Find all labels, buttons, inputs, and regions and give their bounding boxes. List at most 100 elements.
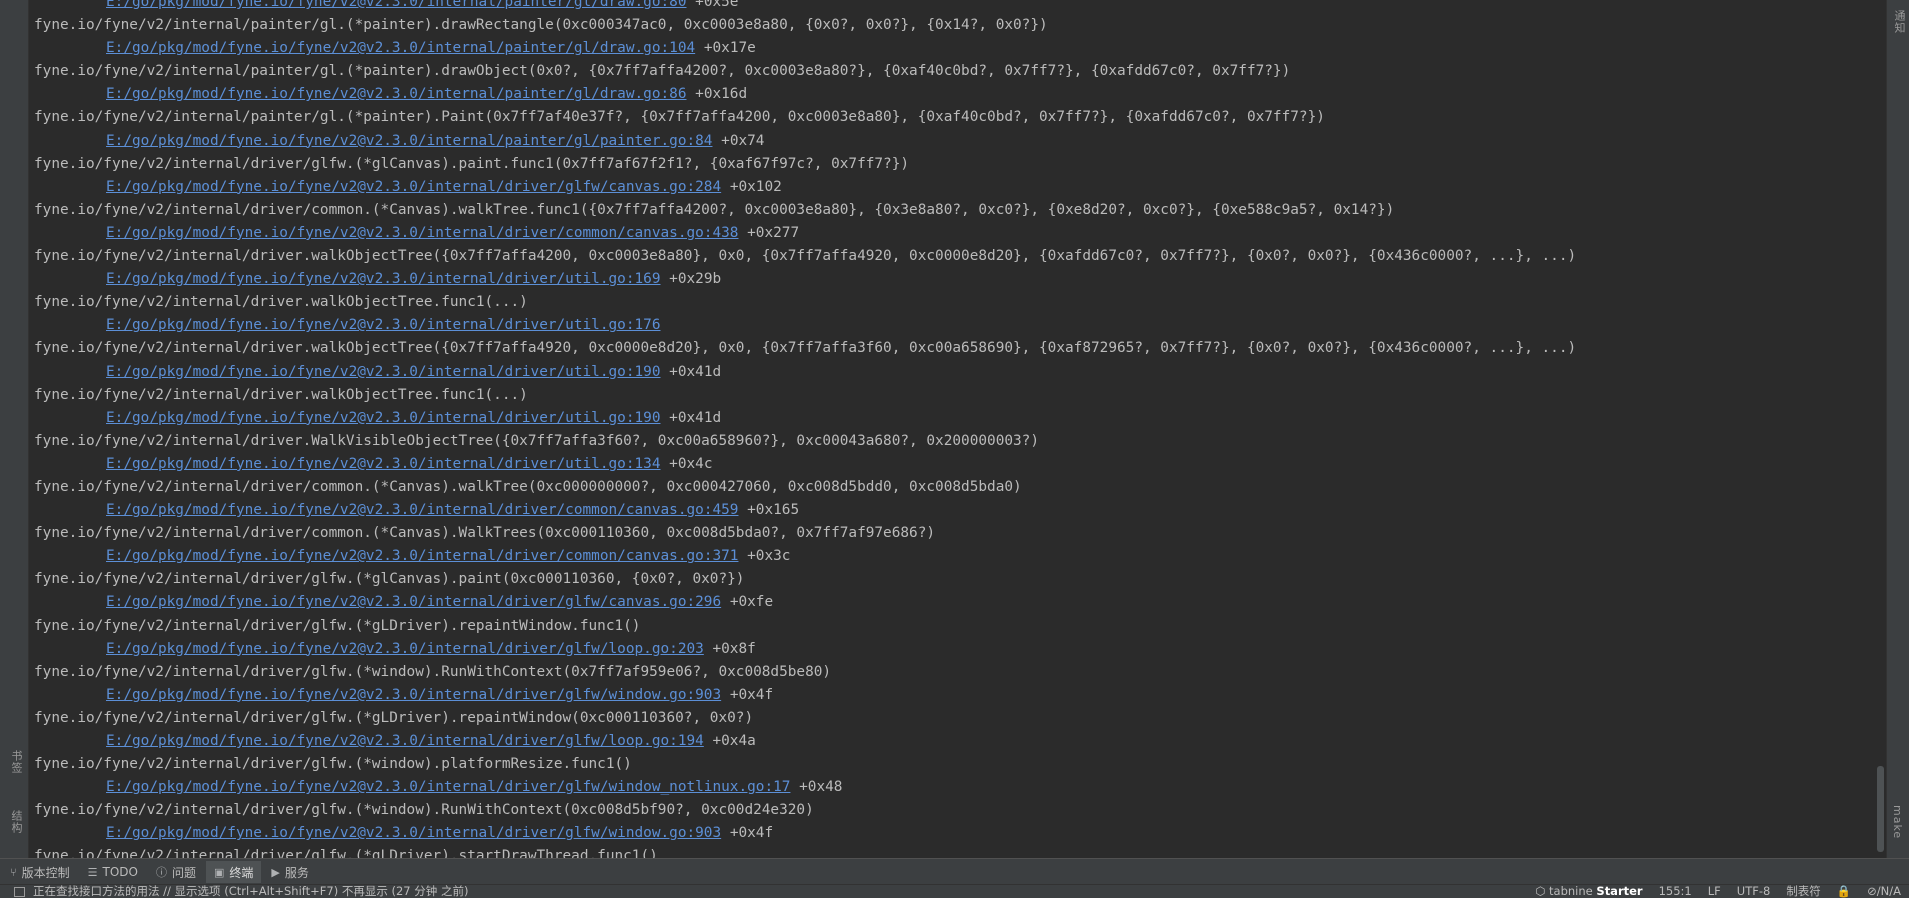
indent-setting[interactable]: 制表符 bbox=[1786, 885, 1821, 898]
tabnine-label: tabnine bbox=[1549, 884, 1593, 898]
stack-location-line: E:/go/pkg/mod/fyne.io/fyne/v2@v2.3.0/int… bbox=[34, 314, 1886, 337]
stack-function-line: fyne.io/fyne/v2/internal/driver/common.(… bbox=[34, 476, 1886, 499]
function-signature: fyne.io/fyne/v2/internal/driver/glfw.(*w… bbox=[34, 756, 632, 773]
stack-location-line: E:/go/pkg/mod/fyne.io/fyne/v2@v2.3.0/int… bbox=[34, 83, 1886, 106]
status-message[interactable]: 正在查找接口方法的用法 // 显示选项 (Ctrl+Alt+Shift+F7) … bbox=[33, 885, 468, 898]
source-link[interactable]: E:/go/pkg/mod/fyne.io/fyne/v2@v2.3.0/int… bbox=[106, 86, 686, 102]
stack-function-line: fyne.io/fyne/v2/internal/painter/gl.(*pa… bbox=[34, 14, 1886, 37]
tool-tab-0[interactable]: ⑂ 版本控制 bbox=[2, 861, 78, 883]
source-link[interactable]: E:/go/pkg/mod/fyne.io/fyne/v2@v2.3.0/int… bbox=[106, 641, 704, 657]
source-link[interactable]: E:/go/pkg/mod/fyne.io/fyne/v2@v2.3.0/int… bbox=[106, 40, 695, 56]
stack-function-line: fyne.io/fyne/v2/internal/driver/common.(… bbox=[34, 522, 1886, 545]
layout-toggle-icon[interactable] bbox=[14, 886, 25, 897]
tool-tab-1[interactable]: ☰ TODO bbox=[80, 861, 146, 883]
source-link[interactable]: E:/go/pkg/mod/fyne.io/fyne/v2@v2.3.0/int… bbox=[106, 133, 712, 149]
source-link[interactable]: E:/go/pkg/mod/fyne.io/fyne/v2@v2.3.0/int… bbox=[106, 410, 661, 426]
notifications-tool-label[interactable]: 通知 bbox=[1891, 10, 1907, 34]
play-icon: ▶ bbox=[271, 865, 280, 879]
lock-icon[interactable]: 🔒 bbox=[1837, 885, 1851, 898]
stack-function-line: fyne.io/fyne/v2/internal/driver/common.(… bbox=[34, 199, 1886, 222]
tool-tab-label: 问题 bbox=[171, 865, 196, 880]
tool-tab-3[interactable]: ▣ 终端 bbox=[205, 861, 262, 883]
tool-tab-label: TODO bbox=[102, 865, 138, 879]
offset-text: +0xfe bbox=[729, 594, 774, 611]
function-signature: fyne.io/fyne/v2/internal/painter/gl.(*pa… bbox=[34, 109, 1325, 126]
function-signature: fyne.io/fyne/v2/internal/driver/common.(… bbox=[34, 478, 1022, 495]
source-link[interactable]: E:/go/pkg/mod/fyne.io/fyne/v2@v2.3.0/int… bbox=[106, 687, 721, 703]
function-signature: fyne.io/fyne/v2/internal/driver/glfw.(*g… bbox=[34, 848, 658, 858]
source-link[interactable]: E:/go/pkg/mod/fyne.io/fyne/v2@v2.3.0/int… bbox=[106, 317, 661, 333]
file-encoding[interactable]: UTF-8 bbox=[1737, 885, 1771, 898]
stack-location-line: E:/go/pkg/mod/fyne.io/fyne/v2@v2.3.0/int… bbox=[34, 361, 1886, 384]
stack-function-line: fyne.io/fyne/v2/internal/painter/gl.(*pa… bbox=[34, 60, 1886, 83]
stack-function-line: fyne.io/fyne/v2/internal/driver/glfw.(*g… bbox=[34, 615, 1886, 638]
stack-function-line: fyne.io/fyne/v2/internal/driver/glfw.(*g… bbox=[34, 707, 1886, 730]
stack-location-line: E:/go/pkg/mod/fyne.io/fyne/v2@v2.3.0/int… bbox=[34, 453, 1886, 476]
function-signature: fyne.io/fyne/v2/internal/driver.walkObje… bbox=[34, 294, 528, 311]
offset-text: +0x8f bbox=[712, 640, 756, 657]
offset-text: +0x4a bbox=[712, 733, 756, 749]
stack-location-line: E:/go/pkg/mod/fyne.io/fyne/v2@v2.3.0/int… bbox=[34, 545, 1886, 568]
stack-location-line: E:/go/pkg/mod/fyne.io/fyne/v2@v2.3.0/int… bbox=[34, 407, 1886, 430]
terminal-output[interactable]: E:/go/pkg/mod/fyne.io/fyne/v2@v2.3.0/int… bbox=[29, 0, 1886, 858]
source-link[interactable]: E:/go/pkg/mod/fyne.io/fyne/v2@v2.3.0/int… bbox=[106, 502, 738, 518]
source-link[interactable]: E:/go/pkg/mod/fyne.io/fyne/v2@v2.3.0/int… bbox=[106, 225, 738, 241]
source-link[interactable]: E:/go/pkg/mod/fyne.io/fyne/v2@v2.3.0/int… bbox=[106, 825, 721, 841]
stack-location-line: E:/go/pkg/mod/fyne.io/fyne/v2@v2.3.0/int… bbox=[34, 176, 1886, 199]
make-tool-label[interactable]: make bbox=[1891, 805, 1904, 839]
source-link[interactable]: E:/go/pkg/mod/fyne.io/fyne/v2@v2.3.0/int… bbox=[106, 548, 738, 564]
source-link[interactable]: E:/go/pkg/mod/fyne.io/fyne/v2@v2.3.0/int… bbox=[106, 779, 790, 795]
tool-tab-4[interactable]: ▶ 服务 bbox=[263, 861, 316, 883]
stack-location-line: E:/go/pkg/mod/fyne.io/fyne/v2@v2.3.0/int… bbox=[34, 130, 1886, 153]
tabnine-plan: Starter bbox=[1596, 884, 1643, 898]
tabnine-icon: ⬡ bbox=[1535, 884, 1550, 898]
source-link[interactable]: E:/go/pkg/mod/fyne.io/fyne/v2@v2.3.0/int… bbox=[106, 271, 661, 287]
function-signature: fyne.io/fyne/v2/internal/driver/glfw.(*g… bbox=[34, 709, 754, 726]
function-signature: fyne.io/fyne/v2/internal/painter/gl.(*pa… bbox=[34, 63, 1291, 80]
source-link[interactable]: E:/go/pkg/mod/fyne.io/fyne/v2@v2.3.0/int… bbox=[106, 594, 721, 610]
stack-location-line: E:/go/pkg/mod/fyne.io/fyne/v2@v2.3.0/int… bbox=[34, 222, 1886, 245]
source-link[interactable]: E:/go/pkg/mod/fyne.io/fyne/v2@v2.3.0/int… bbox=[106, 0, 686, 10]
source-link[interactable]: E:/go/pkg/mod/fyne.io/fyne/v2@v2.3.0/int… bbox=[106, 456, 661, 472]
offset-text: +0x74 bbox=[721, 132, 765, 149]
tool-window-bar: ⑂ 版本控制 ☰ TODO ⓘ 问题 ▣ 终端 ▶ 服务 bbox=[0, 858, 1909, 885]
line-separator[interactable]: LF bbox=[1708, 885, 1721, 898]
offset-text: +0x4c bbox=[669, 455, 713, 472]
status-message-area: 正在查找接口方法的用法 // 显示选项 (Ctrl+Alt+Shift+F7) … bbox=[14, 885, 468, 898]
status-bar: 正在查找接口方法的用法 // 显示选项 (Ctrl+Alt+Shift+F7) … bbox=[0, 884, 1909, 898]
offset-text: +0x4f bbox=[729, 825, 774, 842]
stack-function-line: fyne.io/fyne/v2/internal/driver.walkObje… bbox=[34, 384, 1886, 407]
function-signature: fyne.io/fyne/v2/internal/driver/glfw.(*g… bbox=[34, 571, 745, 588]
function-signature: fyne.io/fyne/v2/internal/driver.WalkVisi… bbox=[34, 432, 1040, 449]
source-link[interactable]: E:/go/pkg/mod/fyne.io/fyne/v2@v2.3.0/int… bbox=[106, 364, 661, 380]
source-link[interactable]: E:/go/pkg/mod/fyne.io/fyne/v2@v2.3.0/int… bbox=[106, 179, 721, 195]
tabnine-widget[interactable]: ⬡ tabnine Starter bbox=[1535, 885, 1642, 898]
function-signature: fyne.io/fyne/v2/internal/driver.walkObje… bbox=[34, 386, 528, 403]
stack-location-line: E:/go/pkg/mod/fyne.io/fyne/v2@v2.3.0/int… bbox=[34, 822, 1886, 845]
offset-text: +0x4f bbox=[729, 686, 774, 703]
function-signature: fyne.io/fyne/v2/internal/driver.walkObje… bbox=[34, 340, 1577, 357]
structure-tool-label[interactable]: 结构 bbox=[8, 810, 24, 834]
stack-function-line: fyne.io/fyne/v2/internal/driver/glfw.(*w… bbox=[34, 661, 1886, 684]
function-signature: fyne.io/fyne/v2/internal/driver/glfw.(*w… bbox=[34, 802, 814, 819]
offset-text: +0x277 bbox=[747, 224, 800, 241]
caret-position[interactable]: 155:1 bbox=[1659, 885, 1692, 898]
offset-text: +0x29b bbox=[669, 271, 722, 288]
function-signature: fyne.io/fyne/v2/internal/driver/glfw.(*w… bbox=[34, 663, 832, 680]
stack-location-line: E:/go/pkg/mod/fyne.io/fyne/v2@v2.3.0/int… bbox=[34, 684, 1886, 707]
scrollbar-thumb[interactable] bbox=[1877, 766, 1884, 852]
offset-text: +0x3c bbox=[747, 548, 791, 565]
stack-function-line: fyne.io/fyne/v2/internal/painter/gl.(*pa… bbox=[34, 106, 1886, 129]
stack-function-line: fyne.io/fyne/v2/internal/driver.walkObje… bbox=[34, 245, 1886, 268]
stack-trace: E:/go/pkg/mod/fyne.io/fyne/v2@v2.3.0/int… bbox=[34, 0, 1886, 858]
stack-location-line: E:/go/pkg/mod/fyne.io/fyne/v2@v2.3.0/int… bbox=[34, 591, 1886, 614]
source-link[interactable]: E:/go/pkg/mod/fyne.io/fyne/v2@v2.3.0/int… bbox=[106, 733, 704, 749]
stack-function-line: fyne.io/fyne/v2/internal/driver.walkObje… bbox=[34, 291, 1886, 314]
stack-location-line: E:/go/pkg/mod/fyne.io/fyne/v2@v2.3.0/int… bbox=[34, 499, 1886, 522]
tool-tab-label: 版本控制 bbox=[21, 865, 70, 880]
tool-tab-2[interactable]: ⓘ 问题 bbox=[148, 861, 204, 883]
inspection-status[interactable]: ⊘/N/A bbox=[1867, 885, 1901, 898]
offset-text: +0x48 bbox=[799, 779, 843, 796]
offset-text: +0x16d bbox=[695, 86, 748, 103]
bookmarks-tool-label[interactable]: 书签 bbox=[8, 750, 24, 774]
